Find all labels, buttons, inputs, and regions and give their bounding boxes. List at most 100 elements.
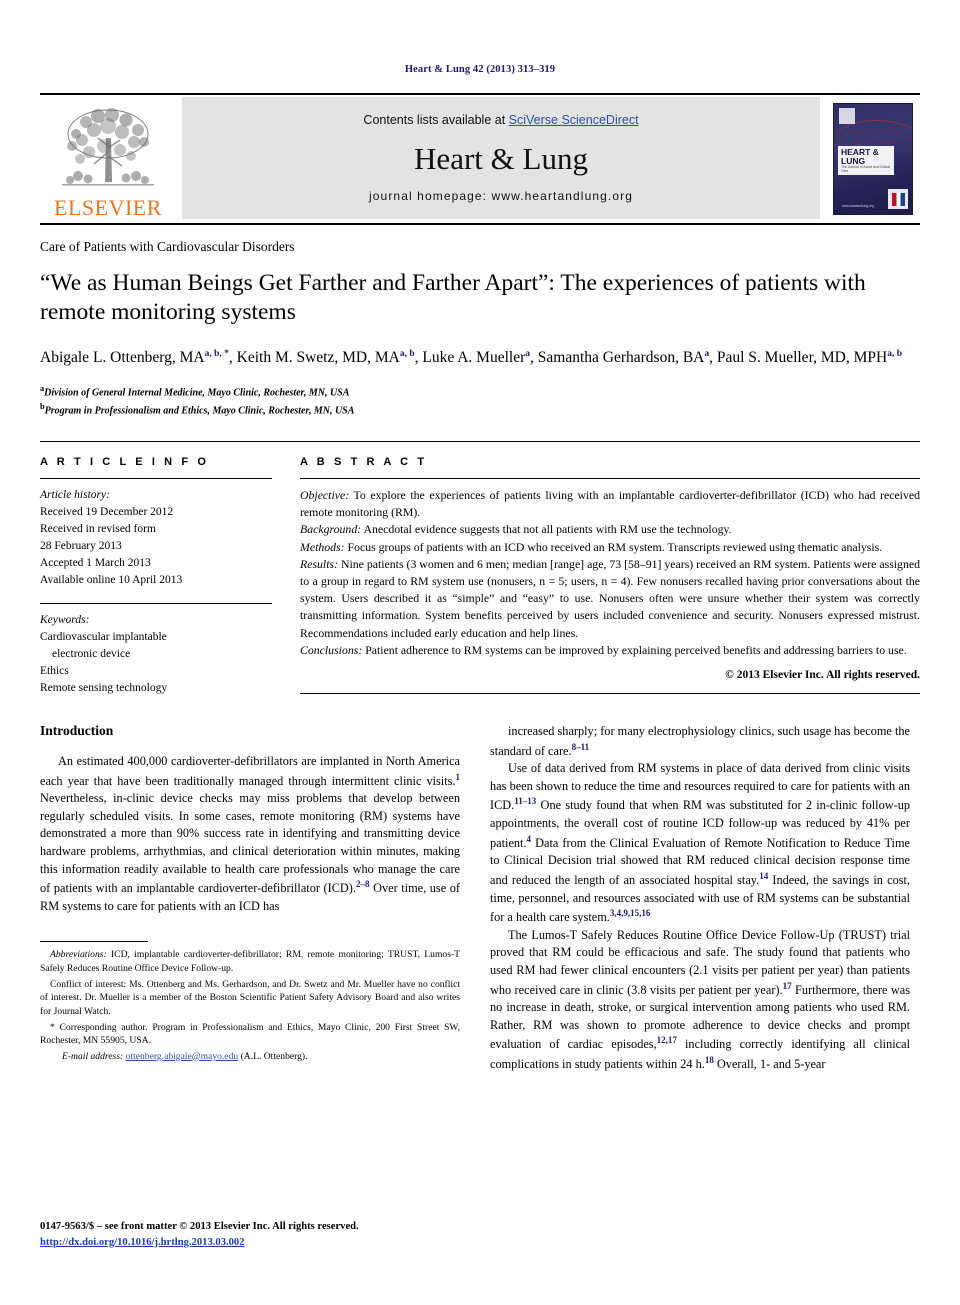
abstract-rule xyxy=(300,477,920,479)
journal-cover-thumbnail: HEART & LUNG The Journal of Acute and Cr… xyxy=(826,95,920,223)
author-affiliation-mark: a, b xyxy=(399,349,415,360)
author-list: Abigale L. Ottenberg, MAa, b, *, Keith M… xyxy=(40,349,902,367)
article-history-item: 28 February 2013 xyxy=(40,539,122,552)
keyword-item: Cardiovascular implantable xyxy=(40,631,167,644)
abstract-section: Results: Nine patients (3 women and 6 me… xyxy=(300,556,920,640)
author-affiliation-mark: a, b, * xyxy=(204,349,229,360)
citation-ref[interactable]: 17 xyxy=(783,981,792,991)
elsevier-tree-icon xyxy=(62,108,154,186)
keyword-item: electronic device xyxy=(52,648,131,661)
abstract-heading: A B S T R A C T xyxy=(300,455,428,468)
author-name: Paul S. Mueller, MD, MPH xyxy=(716,349,888,367)
keywords-rule xyxy=(40,603,272,604)
cover-title: HEART & LUNG xyxy=(841,147,879,166)
introduction-heading: Introduction xyxy=(40,723,114,739)
citation-ref[interactable]: 14 xyxy=(759,871,768,881)
author-name: Abigale L. Ottenberg, MA xyxy=(40,349,205,367)
cover-image: HEART & LUNG The Journal of Acute and Cr… xyxy=(833,103,913,215)
article-history-items: Received 19 December 2012 Received in rev… xyxy=(40,504,272,589)
email-footnote: E-mail address: ottenberg.abigale@mayo.e… xyxy=(40,1050,460,1064)
keyword-item: Ethics xyxy=(40,665,69,678)
body-paragraph: The Lumos-T Safely Reduces Routine Offic… xyxy=(490,927,910,1072)
article-history-block: Article history: Received 19 December 20… xyxy=(40,487,272,589)
footnote-label: Abbreviations: xyxy=(50,949,107,961)
running-head: Heart & Lung 42 (2013) 313–319 xyxy=(404,64,556,75)
banner-bottom-rule xyxy=(40,223,920,225)
cover-badge-icon xyxy=(888,189,908,209)
cover-elsevier-mark-icon xyxy=(839,108,855,124)
abstract-copyright: © 2013 Elsevier Inc. All rights reserved… xyxy=(725,669,920,682)
affiliation-list: aDivision of General Internal Medicine, … xyxy=(40,383,920,419)
page-title: “We as Human Beings Get Farther and Fart… xyxy=(40,270,866,326)
footnote-item: Abbreviations: ICD, implantable cardiove… xyxy=(40,949,460,975)
journal-section-label: Care of Patients with Cardiovascular Dis… xyxy=(40,239,295,254)
citation-ref[interactable]: 2–8 xyxy=(356,879,370,889)
abstract-bottom-rule xyxy=(300,693,920,695)
article-history-item: Received 19 December 2012 xyxy=(40,505,174,518)
author-name: Samantha Gerhardson, BA xyxy=(537,349,705,367)
author-name: Luke A. Mueller xyxy=(422,349,526,367)
abstract-section: Conclusions: Patient adherence to RM sys… xyxy=(300,642,907,657)
email-suffix: (A.L. Ottenberg). xyxy=(238,1050,308,1062)
keywords-label: Keywords: xyxy=(40,614,90,626)
footnote-items: Abbreviations: ICD, implantable cardiove… xyxy=(40,948,460,1047)
citation-ref[interactable]: 4 xyxy=(527,834,532,844)
footnotes-block: Abbreviations: ICD, implantable cardiove… xyxy=(40,935,460,1063)
abstract-section: Objective: To explore the experiences of… xyxy=(300,487,920,520)
sciencedirect-link[interactable]: SciVerse ScienceDirect xyxy=(509,113,639,127)
article-info-heading: A R T I C L E I N F O xyxy=(40,455,209,468)
email-label: E-mail address: xyxy=(62,1050,124,1062)
citation-ref[interactable]: 12,17 xyxy=(657,1035,677,1045)
cover-subtitle: The Journal of Acute and Critical Care xyxy=(841,165,891,174)
affiliation-mark: b xyxy=(40,402,45,412)
info-abstract-region: A R T I C L E I N F O Article history: R… xyxy=(40,440,920,697)
article-history-item: Received in revised form xyxy=(40,522,156,535)
citation-ref[interactable]: 11–13 xyxy=(514,796,536,806)
body-columns: Introduction An estimated 400,000 cardio… xyxy=(40,723,920,1074)
body-paragraph: An estimated 400,000 cardioverter-defibr… xyxy=(40,754,461,913)
journal-banner: ELSEVIER Contents lists available at Sci… xyxy=(40,95,920,223)
citation-ref[interactable]: 18 xyxy=(705,1055,714,1065)
abstract-section-label: Methods: xyxy=(300,539,345,554)
journal-homepage[interactable]: journal homepage: www.heartandlung.org xyxy=(369,189,633,203)
abstract-column: A B S T R A C T Objective: To explore th… xyxy=(300,456,920,697)
abstract-section: Methods: Focus groups of patients with a… xyxy=(300,539,883,554)
article-info-rule xyxy=(40,477,272,479)
journal-title: Heart & Lung xyxy=(414,140,588,176)
abstract-section-label: Conclusions: xyxy=(300,642,363,657)
cover-footer-url: www.heartandlung.org xyxy=(842,204,874,208)
author-affiliation-mark: a, b xyxy=(887,349,902,360)
citation-ref[interactable]: 8–11 xyxy=(572,742,590,752)
abstract-section-label: Background: xyxy=(300,522,362,537)
author-affiliation-mark: a xyxy=(525,349,531,360)
abstract-section: Background: Anecdotal evidence suggests … xyxy=(300,522,732,537)
affiliation-mark: a xyxy=(40,384,45,394)
article-info-column: A R T I C L E I N F O Article history: R… xyxy=(40,456,272,697)
keywords-block: Keywords: Cardiovascular implantable elec… xyxy=(40,612,272,697)
contents-prefix: Contents lists available at xyxy=(363,113,509,127)
issn-line: 0147-9563/$ – see front matter © 2013 El… xyxy=(40,1221,359,1233)
abstract-section-label: Results: xyxy=(300,556,339,571)
elsevier-wordmark: ELSEVIER xyxy=(54,195,162,220)
elsevier-logo: ELSEVIER xyxy=(40,95,176,223)
email-link[interactable]: ottenberg.abigale@mayo.edu xyxy=(126,1051,239,1062)
contents-lists-line: Contents lists available at SciVerse Sci… xyxy=(363,113,638,127)
cover-title-band: HEART & LUNG The Journal of Acute and Cr… xyxy=(838,146,894,176)
body-left-paragraphs: An estimated 400,000 cardioverter-defibr… xyxy=(40,753,460,915)
body-column-right: increased sharply; for many electrophysi… xyxy=(490,723,910,1074)
citation-ref[interactable]: 3,4,9,15,16 xyxy=(610,908,651,918)
footnote-item: * Corresponding author. Program in Profe… xyxy=(40,1021,460,1047)
doi-link[interactable]: http://dx.doi.org/10.1016/j.hrtlng.2013.… xyxy=(40,1237,245,1248)
keyword-item: Remote sensing technology xyxy=(40,682,168,695)
body-column-left: Introduction An estimated 400,000 cardio… xyxy=(40,723,460,1074)
citation-ref[interactable]: 1 xyxy=(456,772,461,782)
body-right-paragraphs: increased sharply; for many electrophysi… xyxy=(490,723,910,1074)
footnote-rule xyxy=(40,941,148,943)
affiliation-item: bProgram in Professionalism and Ethics, … xyxy=(40,402,355,417)
keywords-items: Cardiovascular implantable electronic dev… xyxy=(40,629,272,697)
page-footer: 0147-9563/$ – see front matter © 2013 El… xyxy=(40,1219,359,1250)
article-history-item: Accepted 1 March 2013 xyxy=(40,556,151,569)
article-history-item: Available online 10 April 2013 xyxy=(40,573,183,586)
author-name: Keith M. Swetz, MD, MA xyxy=(236,349,400,367)
affiliation-item: aDivision of General Internal Medicine, … xyxy=(40,384,350,399)
